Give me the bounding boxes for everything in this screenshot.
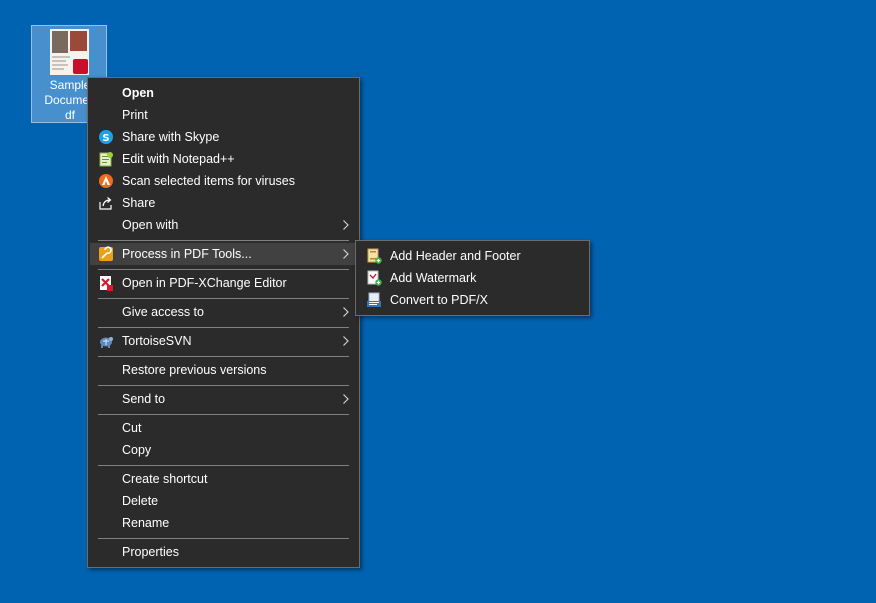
tortoisesvn-icon xyxy=(100,337,113,348)
menu-separator xyxy=(98,385,349,386)
add-watermark-icon xyxy=(367,270,382,286)
menu-separator xyxy=(98,327,349,328)
menu-separator xyxy=(98,298,349,299)
menu-item-edit-with-notepad-plus-plus[interactable]: Edit with Notepad++ xyxy=(90,148,357,170)
chevron-right-icon xyxy=(343,249,349,259)
context-menu: Open Print S Share with Skype Edit with … xyxy=(87,77,360,568)
notepad-plus-plus-icon xyxy=(99,152,113,167)
pdf-thumbnail-icon xyxy=(50,29,89,75)
menu-item-cut[interactable]: Cut xyxy=(90,417,357,439)
chevron-right-icon xyxy=(343,394,349,404)
menu-item-copy[interactable]: Copy xyxy=(90,439,357,461)
menu-item-tortoisesvn[interactable]: TortoiseSVN xyxy=(90,330,357,352)
pdf-xchange-icon xyxy=(100,276,113,291)
menu-item-open-with[interactable]: Open with xyxy=(90,214,357,236)
menu-item-rename[interactable]: Rename xyxy=(90,512,357,534)
skype-icon: S xyxy=(99,130,113,144)
menu-item-properties[interactable]: Properties xyxy=(90,541,357,563)
menu-separator xyxy=(98,538,349,539)
menu-item-print[interactable]: Print xyxy=(90,104,357,126)
menu-item-share-with-skype[interactable]: S Share with Skype xyxy=(90,126,357,148)
menu-item-open-in-pdf-xchange-editor[interactable]: Open in PDF-XChange Editor xyxy=(90,272,357,294)
share-icon xyxy=(99,197,112,210)
pdf-tools-icon xyxy=(99,246,113,261)
menu-item-send-to[interactable]: Send to xyxy=(90,388,357,410)
menu-separator xyxy=(98,240,349,241)
chevron-right-icon xyxy=(343,307,349,317)
antivirus-icon xyxy=(99,174,113,188)
chevron-right-icon xyxy=(343,220,349,230)
add-header-footer-icon xyxy=(367,248,382,264)
menu-item-create-shortcut[interactable]: Create shortcut xyxy=(90,468,357,490)
menu-separator xyxy=(98,414,349,415)
menu-item-share[interactable]: Share xyxy=(90,192,357,214)
submenu-item-add-watermark[interactable]: Add Watermark xyxy=(358,267,587,289)
svg-text:S: S xyxy=(102,133,109,144)
submenu-item-convert-to-pdfx[interactable]: Convert to PDF/X xyxy=(358,289,587,311)
menu-item-process-in-pdf-tools[interactable]: Process in PDF Tools... xyxy=(90,243,357,265)
menu-item-delete[interactable]: Delete xyxy=(90,490,357,512)
menu-separator xyxy=(98,269,349,270)
menu-separator xyxy=(98,465,349,466)
submenu-item-add-header-and-footer[interactable]: Add Header and Footer xyxy=(358,245,587,267)
menu-item-restore-previous-versions[interactable]: Restore previous versions xyxy=(90,359,357,381)
menu-item-scan-for-viruses[interactable]: Scan selected items for viruses xyxy=(90,170,357,192)
menu-item-give-access-to[interactable]: Give access to xyxy=(90,301,357,323)
menu-separator xyxy=(98,356,349,357)
chevron-right-icon xyxy=(343,336,349,346)
pdf-tools-submenu: Add Header and Footer Add Watermark Conv… xyxy=(355,240,590,316)
pdfx-icon xyxy=(367,292,381,307)
menu-item-open[interactable]: Open xyxy=(90,82,357,104)
